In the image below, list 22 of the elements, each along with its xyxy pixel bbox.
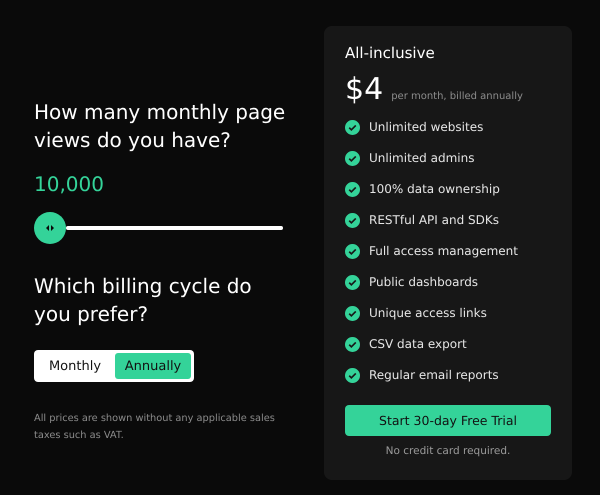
feature-label: CSV data export — [369, 337, 467, 351]
feature-label: RESTful API and SDKs — [369, 213, 500, 227]
question: Which billing cycle do you prefer? — [34, 273, 253, 328]
free-trial-button[interactable]: Start 30-day Free Trial — [345, 405, 551, 436]
feature-label: Public dashboards — [369, 275, 478, 289]
feature-label: Unlimited admins — [369, 151, 474, 165]
slider-track[interactable] — [66, 226, 283, 230]
footnote: No credit card required. — [386, 445, 510, 457]
question: How many monthly page views do you have? — [34, 99, 286, 154]
feature-label: 100% data ownership — [369, 182, 500, 196]
tax-note: All prices are shown without any applicable sales taxes such as VAT. — [34, 412, 276, 443]
feature-label: Unlimited websites — [369, 120, 484, 134]
feature-label: Regular email reports — [369, 368, 499, 382]
plan-name: All-inclusive — [345, 44, 435, 62]
slider-thumb[interactable] — [34, 212, 66, 244]
page-views-value: 10,000 — [34, 172, 104, 196]
billing-period: per month, billed annually — [391, 91, 523, 102]
drag-arrows-icon — [46, 225, 54, 231]
feature-label: Unique access links — [369, 306, 487, 320]
feature-label: Full access management — [369, 244, 518, 258]
billing-option[interactable]: Annually — [115, 353, 191, 379]
price: $4 — [345, 72, 384, 107]
